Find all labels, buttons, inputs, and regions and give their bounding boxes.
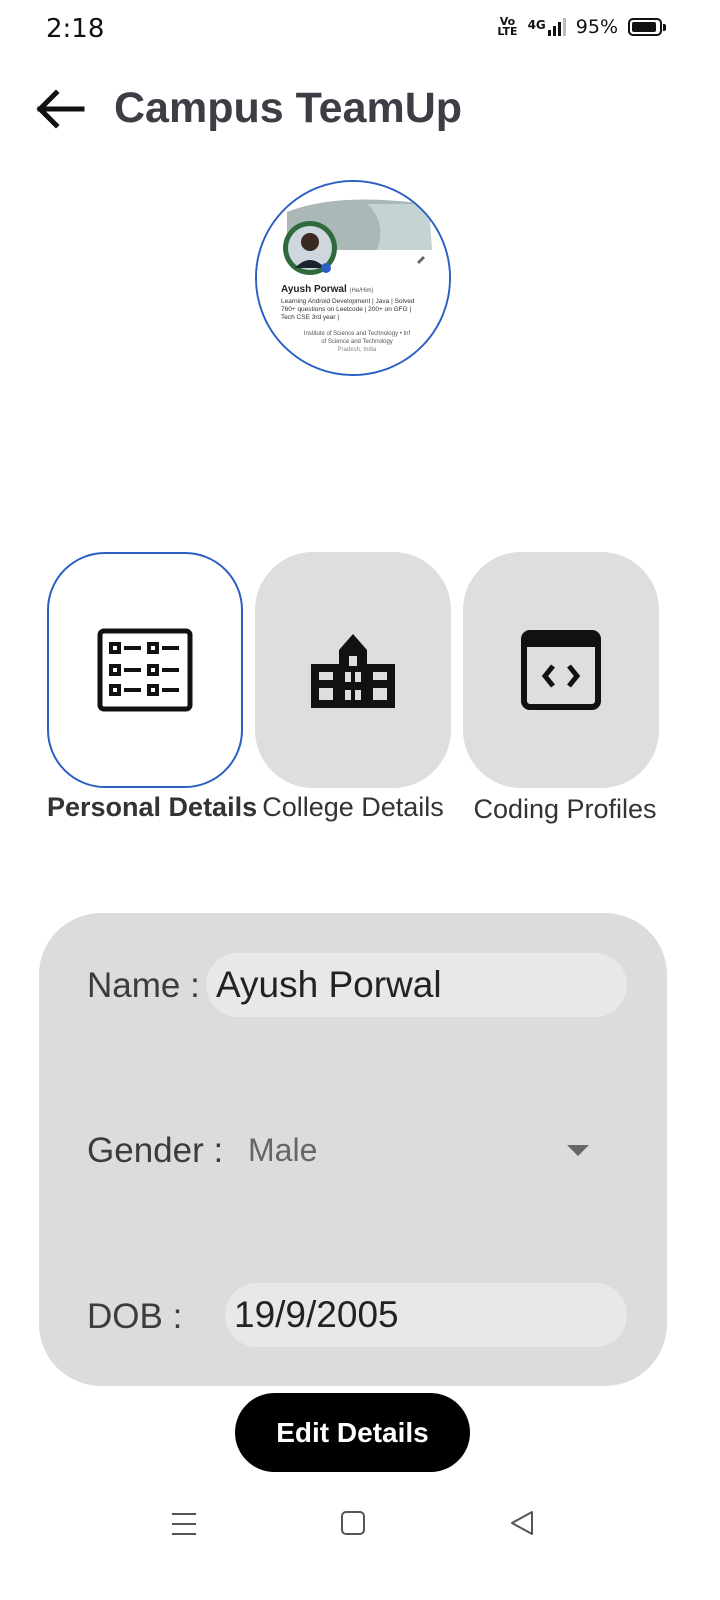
building-icon: [311, 634, 395, 708]
tab-college-details-label[interactable]: College Details: [255, 792, 451, 823]
volte-icon: Vo LTE: [497, 15, 518, 38]
edit-details-button[interactable]: Edit Details: [235, 1393, 470, 1472]
name-field[interactable]: Ayush Porwal: [206, 953, 627, 1017]
back-button[interactable]: [34, 88, 86, 130]
avatar-subtext: Institute of Science and Technology • In…: [303, 331, 411, 353]
dob-value: 19/9/2005: [234, 1294, 399, 1335]
status-icons: Vo LTE 4G 95%: [497, 15, 666, 38]
chevron-down-icon: [567, 1144, 589, 1156]
avatar-name: Ayush Porwal (He/Him): [281, 284, 374, 295]
battery-percent: 95%: [575, 16, 618, 38]
network-type: 4G: [527, 18, 546, 32]
gender-dropdown[interactable]: Male: [230, 1118, 610, 1182]
status-time: 2:18: [46, 14, 105, 44]
arrow-left-icon: [36, 89, 85, 129]
back-triangle-icon[interactable]: [508, 1508, 536, 1543]
tab-coding-profiles-label[interactable]: Coding Profiles: [463, 794, 667, 825]
tab-personal-details-label[interactable]: Personal Details: [47, 792, 257, 823]
code-window-icon: [521, 630, 601, 710]
avatar-headline: Learning Android Development | Java | So…: [281, 298, 415, 321]
dob-field[interactable]: 19/9/2005: [225, 1283, 627, 1347]
dob-label: DOB :: [87, 1297, 183, 1336]
name-label: Name :: [87, 966, 200, 1005]
battery-icon: [628, 18, 666, 36]
tab-coding-profiles[interactable]: [463, 552, 659, 788]
home-square-icon[interactable]: [340, 1508, 366, 1543]
profile-avatar[interactable]: Ayush Porwal (He/Him) Learning Android D…: [255, 180, 451, 376]
tab-personal-details[interactable]: [47, 552, 243, 788]
page-title: Campus TeamUp: [114, 84, 463, 132]
gender-label: Gender :: [87, 1131, 224, 1170]
signal-icon: 4G: [528, 18, 566, 36]
name-value: Ayush Porwal: [216, 964, 442, 1005]
tab-college-details[interactable]: [255, 552, 451, 788]
gender-value: Male: [248, 1131, 318, 1168]
list-details-icon: [97, 628, 193, 712]
menu-icon[interactable]: [170, 1508, 198, 1543]
